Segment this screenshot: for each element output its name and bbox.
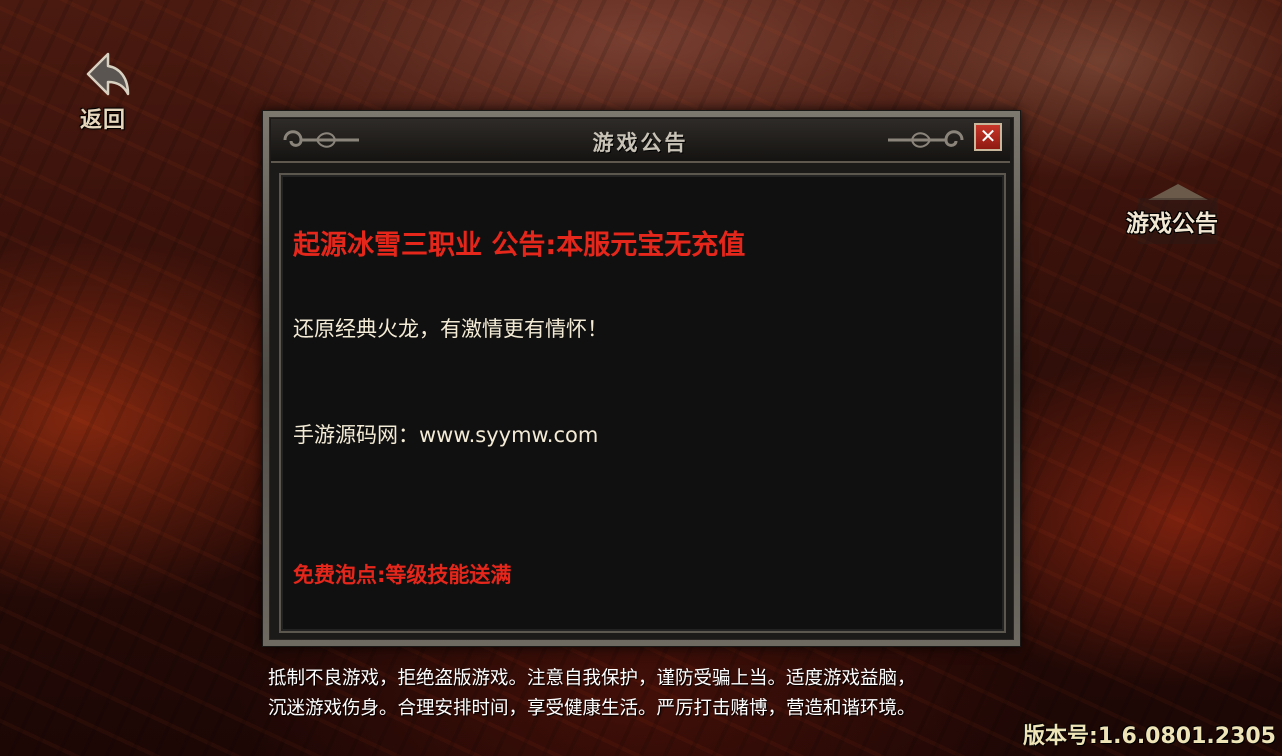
announcement-line: 免费泡点:等级技能送满 — [293, 563, 512, 587]
announcement-headline: 起源冰雪三职业 公告:本服元宝无充值 — [293, 230, 746, 261]
back-arrow-icon — [86, 52, 130, 96]
health-warning-line: 抵制不良游戏，拒绝盗版游戏。注意自我保护，谨防受骗上当。适度游戏益脑， — [268, 668, 916, 689]
close-button[interactable]: ✕ — [974, 123, 1002, 151]
announcement-line: 手游源码网：www.syymw.com — [293, 423, 599, 447]
game-notice-label: 游戏公告 — [1126, 211, 1218, 237]
health-warning-line: 沉迷游戏伤身。合理安排时间，享受健康生活。严厉打击赌博，营造和谐环境。 — [268, 698, 916, 719]
health-warning: 抵制不良游戏，拒绝盗版游戏。注意自我保护，谨防受骗上当。适度游戏益脑， 沉迷游戏… — [268, 664, 1028, 724]
version-number: 版本号:1.6.0801.2305 — [1023, 724, 1276, 749]
announcement-line: 还原经典火龙，有激情更有情怀！ — [293, 317, 608, 341]
announcement-dialog: 游戏公告 ✕ 起源冰雪三职业 公告:本服元宝无充值 还原经典火龙，有激情更有情怀… — [262, 110, 1021, 647]
back-button[interactable]: 返回 — [70, 48, 142, 134]
scroll-ornament-icon — [888, 130, 964, 148]
announcement-content: 起源冰雪三职业 公告:本服元宝无充值 还原经典火龙，有激情更有情怀！ 手游源码网… — [279, 173, 1006, 633]
game-notice-button[interactable]: 游戏公告 — [1120, 182, 1234, 252]
back-label: 返回 — [80, 108, 127, 133]
dialog-title-bar: 游戏公告 ✕ — [271, 119, 1010, 163]
